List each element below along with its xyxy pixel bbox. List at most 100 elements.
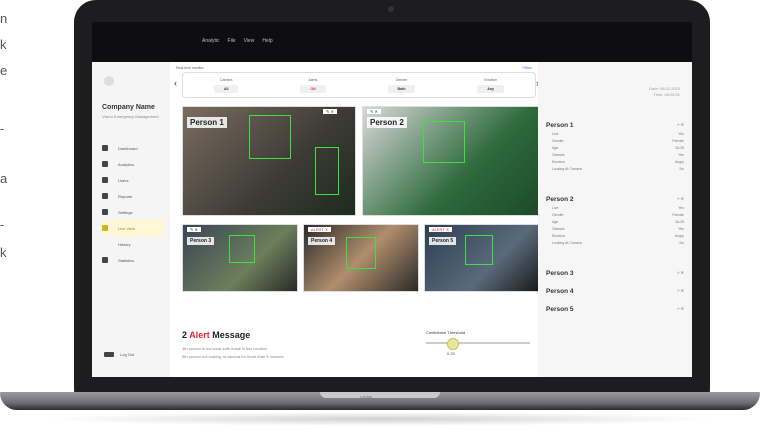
person-card[interactable]: Person 5 ˅ ✕	[546, 306, 684, 313]
alert-count: 2	[182, 330, 188, 340]
side-text-char: -	[0, 121, 5, 136]
person-label: Person 1	[187, 117, 227, 128]
avatar[interactable]	[104, 76, 114, 86]
confidence-slider-handle[interactable]	[447, 338, 459, 350]
side-text-char: k	[0, 245, 7, 260]
person-attribute: Glasses Yes	[546, 227, 684, 231]
attribute-value: Yes	[678, 153, 684, 157]
person-card-header[interactable]: Person 3 ˅ ✕	[546, 270, 684, 277]
filter-gender[interactable]: Gender Both	[387, 77, 416, 93]
webcam-icon	[388, 6, 394, 12]
camera-feed-person-3[interactable]: ✎ ✕ Person 3	[182, 224, 298, 292]
confidence-label: Confidence Threshold	[426, 330, 466, 335]
person-details-panel: Date: 08.01.2020 Time: 08:25:31 Person 1…	[538, 62, 692, 377]
chevron-down-icon[interactable]: ˅ ✕	[677, 306, 684, 313]
camera-feed-person-2[interactable]: ✎ ✕ Person 2	[362, 106, 540, 216]
menu-item-file[interactable]: File	[228, 38, 236, 44]
person-attribute: Live Yes	[546, 132, 684, 136]
camera-feed-person-1[interactable]: ✎ ✕ Person 1	[182, 106, 356, 216]
sidebar-item-label: Statistics	[118, 257, 135, 263]
filter-value[interactable]: All	[213, 84, 239, 93]
screen: Analytic File View Help Company Name Vis…	[92, 22, 692, 377]
filter-label: Emotion	[484, 77, 498, 82]
menu-item-view[interactable]: View	[244, 38, 255, 44]
sidebar-item-analytics[interactable]: Analytics	[102, 156, 164, 172]
sidebar-item-label: History	[118, 241, 131, 247]
confidence-value: 0.25	[447, 351, 455, 356]
sidebar-item-reports[interactable]: Reports	[102, 188, 164, 204]
menu-item-analytic[interactable]: Analytic	[202, 38, 220, 44]
chevron-up-icon[interactable]: ˄ ✕	[677, 196, 684, 203]
sidebar-menu: Dashboard Analytics Users Reports Settin…	[102, 140, 164, 268]
chevron-up-icon[interactable]: ˄ ✕	[677, 122, 684, 129]
person-label: Person 4	[308, 237, 336, 245]
menu-item-help[interactable]: Help	[262, 38, 272, 44]
sidebar: Company Name Vision Emergency Management…	[92, 62, 170, 377]
feed-icons[interactable]: ALERT ✕	[308, 227, 332, 232]
face-box	[229, 235, 255, 263]
person-card-header[interactable]: Person 4 ˅ ✕	[546, 288, 684, 295]
chevron-down-icon[interactable]: ˅ ✕	[677, 288, 684, 295]
users-icon	[102, 177, 108, 183]
person-label: Person 2	[367, 117, 407, 128]
sidebar-item-label: Users	[118, 177, 129, 183]
filter-label: Gender	[395, 77, 408, 82]
person-attribute: Gender Female	[546, 213, 684, 217]
person-attribute: Live Yes	[546, 206, 684, 210]
camera-feed-person-4[interactable]: ALERT ✕ Person 4	[303, 224, 419, 292]
filter-value[interactable]: Both	[387, 84, 416, 93]
person-card[interactable]: Person 2 ˄ ✕ Live Yes Gender Female Age 18-25 Gl…	[546, 196, 684, 245]
filter-link[interactable]: Filters	[522, 66, 532, 70]
face-box	[465, 235, 493, 265]
company-subtitle: Vision Emergency Management	[102, 114, 159, 119]
attribute-key: Gender	[552, 213, 564, 217]
person-card[interactable]: Person 3 ˅ ✕	[546, 270, 684, 277]
person-name: Person 4	[546, 288, 574, 295]
laptop-label: Laptop	[360, 394, 373, 399]
person-name: Person 3	[546, 270, 574, 277]
camera-icon	[102, 225, 108, 231]
sidebar-item-users[interactable]: Users	[102, 172, 164, 188]
attribute-key: Looking At Camera	[552, 167, 582, 171]
chevron-down-icon[interactable]: ˅ ✕	[677, 270, 684, 277]
sidebar-item-statistics[interactable]: Statistics	[102, 252, 164, 268]
filter-alerts[interactable]: Alerts ON	[300, 78, 326, 93]
confidence-slider-track[interactable]	[426, 342, 530, 344]
feed-icons[interactable]: ✎ ✕	[323, 109, 337, 114]
attribute-key: Emotion	[552, 160, 565, 164]
side-text-char: e	[0, 63, 8, 78]
sidebar-item-settings[interactable]: Settings	[102, 204, 164, 220]
feed-icons[interactable]: ALERT ✕	[429, 227, 453, 232]
attribute-value: Yes	[678, 227, 684, 231]
person-card[interactable]: Person 4 ˅ ✕	[546, 288, 684, 295]
chevron-left-icon[interactable]: ‹	[174, 78, 177, 88]
sidebar-item-label: Reports	[118, 193, 133, 199]
side-text-char: a	[0, 171, 8, 186]
sidebar-item-dashboard[interactable]: Dashboard	[102, 140, 164, 156]
person-attribute: Age 18-25	[546, 220, 684, 224]
person-card[interactable]: Person 1 ˄ ✕ Live Yes Gender Female Age 18-25 Gl…	[546, 122, 684, 171]
attribute-value: Yes	[678, 206, 684, 210]
person-attribute: Age 18-25	[546, 146, 684, 150]
person-card-header[interactable]: Person 2 ˄ ✕	[546, 196, 684, 203]
feed-icons[interactable]: ✎ ✕	[187, 227, 201, 232]
sidebar-item-label: Settings	[118, 209, 133, 215]
laptop-notch	[320, 392, 440, 398]
camera-feed-person-5[interactable]: ALERT ✕ Person 5	[424, 224, 540, 292]
filter-camera[interactable]: Camera All	[213, 78, 239, 93]
datetime: Date: 08.01.2020 Time: 08:25:31	[649, 86, 680, 98]
analytics-icon	[102, 161, 108, 167]
person-card-header[interactable]: Person 1 ˄ ✕	[546, 122, 684, 129]
filter-emotion[interactable]: Emotion Any	[477, 77, 505, 93]
filter-caption: Real-time monitor	[176, 66, 204, 70]
face-box	[423, 121, 465, 163]
alert-word: Alert	[189, 330, 210, 340]
sidebar-item-history[interactable]: History	[102, 236, 164, 252]
logout-button[interactable]: Log Out	[104, 352, 134, 357]
filter-value[interactable]: Any	[477, 84, 505, 93]
person-card-header[interactable]: Person 5 ˅ ✕	[546, 306, 684, 313]
feed-icons[interactable]: ✎ ✕	[367, 109, 381, 114]
gear-icon	[102, 209, 108, 215]
sidebar-item-live-view[interactable]: Live View	[102, 220, 164, 236]
filter-value[interactable]: ON	[300, 84, 326, 93]
